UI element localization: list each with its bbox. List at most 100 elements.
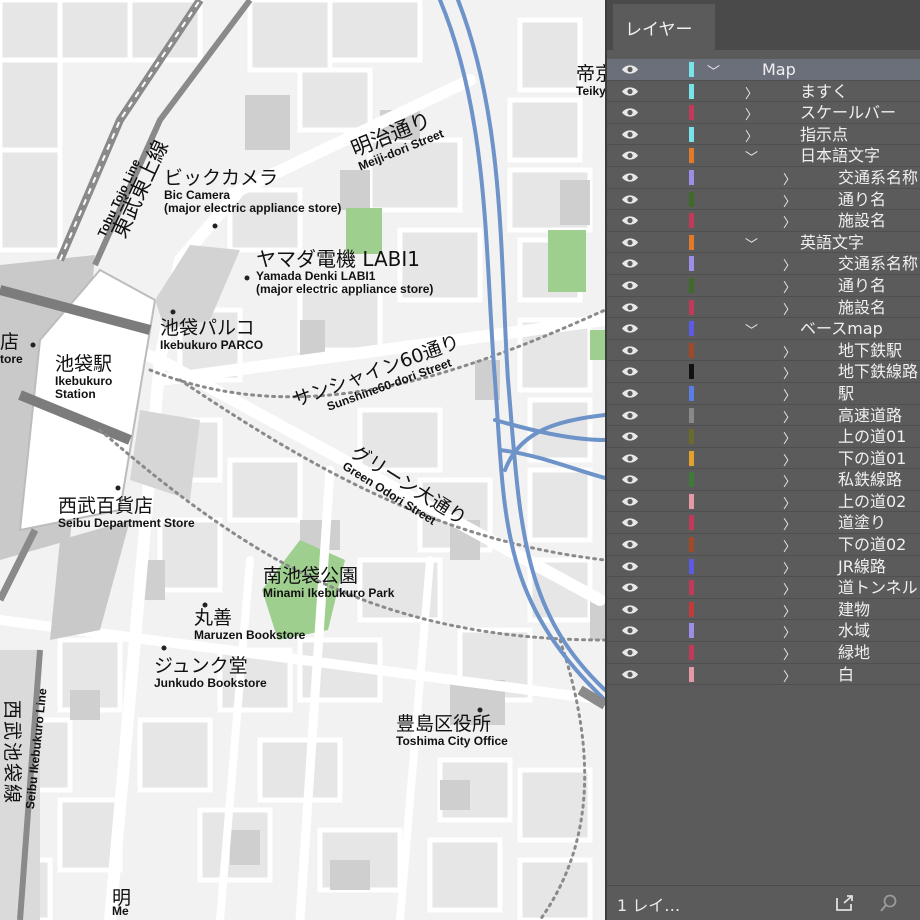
layer-row[interactable]: 〉 通り名 [607,275,920,297]
layer-row[interactable]: 〉白 [607,664,920,686]
chevron-right-icon[interactable]: 〉 [783,579,796,598]
eye-icon[interactable] [621,431,639,442]
eye-icon[interactable] [621,517,639,528]
layer-color-chip [689,126,694,142]
chevron-right-icon[interactable]: 〉 [783,277,796,296]
layer-row[interactable]: 〉 指示点 [607,124,920,146]
chevron-right-icon[interactable]: 〉 [783,255,796,274]
chevron-right-icon[interactable]: 〉 [745,126,758,145]
eye-icon[interactable] [621,150,639,161]
eye-icon[interactable] [621,582,639,593]
label-en: Teiky [576,83,605,98]
eye-icon[interactable] [621,129,639,140]
layer-row[interactable]: 〉 施設名 [607,210,920,232]
eye-icon[interactable] [621,474,639,485]
eye-icon[interactable] [621,496,639,507]
chevron-right-icon[interactable]: 〉 [783,493,796,512]
chevron-right-icon[interactable]: 〉 [783,622,796,641]
layer-row[interactable]: 〉 建物 [607,599,920,621]
layer-row[interactable]: 〉 スケールバー [607,102,920,124]
chevron-right-icon[interactable]: 〉 [783,536,796,555]
eye-icon[interactable] [621,107,639,118]
chevron-right-icon[interactable]: 〉 [783,212,796,231]
eye-icon[interactable] [621,366,639,377]
layer-row[interactable]: 〉 通り名 [607,189,920,211]
eye-icon[interactable] [621,172,639,183]
eye-icon[interactable] [621,280,639,291]
layer-row[interactable]: ﹀ ベースmap [607,318,920,340]
label-jp: 池袋駅 [55,353,113,375]
chevron-right-icon[interactable]: 〉 [783,342,796,361]
eye-icon[interactable] [621,539,639,550]
layer-row[interactable]: 〉 緑地 [607,642,920,664]
eye-icon[interactable] [621,669,639,680]
layer-row[interactable]: 〉 地下鉄駅 [607,340,920,362]
tab-layers[interactable]: レイヤー [613,4,715,50]
chevron-right-icon[interactable]: 〉 [783,601,796,620]
layer-row[interactable]: 〉 下の道01 [607,448,920,470]
layer-row[interactable]: 〉 水域 [607,620,920,643]
layer-row[interactable]: ﹀ Map [607,59,920,81]
chevron-right-icon[interactable]: 〉 [783,385,796,404]
chevron-right-icon[interactable]: 〉 [783,558,796,577]
eye-icon[interactable] [621,258,639,269]
layer-row[interactable]: 〉駅 [607,383,920,405]
eye-icon[interactable] [621,410,639,421]
chevron-right-icon[interactable]: 〉 [783,450,796,469]
chevron-right-icon[interactable]: 〉 [745,83,758,102]
chevron-right-icon[interactable]: 〉 [783,299,796,318]
layer-row[interactable]: 〉 私鉄線路 [607,469,920,491]
layer-row[interactable]: 〉 地下鉄線路 [607,361,920,383]
layer-row[interactable]: ﹀ 日本語文字 [607,145,920,167]
layer-row[interactable]: ﹀ 英語文字 [607,232,920,254]
eye-icon[interactable] [621,647,639,658]
export-icon[interactable] [835,894,855,912]
layer-row[interactable]: 〉 JR線路 [607,556,920,578]
eye-icon[interactable] [621,604,639,615]
layer-row[interactable]: 〉 交通系名称 [607,167,920,189]
eye-icon[interactable] [621,86,639,97]
chevron-right-icon[interactable]: 〉 [745,104,758,123]
layer-color-chip [689,299,694,315]
search-icon[interactable] [879,894,899,912]
eye-icon[interactable] [621,237,639,248]
layer-row[interactable]: 〉 交通系名称 [607,253,920,275]
eye-icon[interactable] [621,625,639,636]
eye-icon[interactable] [621,302,639,313]
layer-row[interactable]: 〉 施設名 [607,297,920,319]
label-meiji-fragment: 明 Me [112,888,131,918]
chevron-down-icon[interactable]: ﹀ [745,234,758,253]
chevron-right-icon[interactable]: 〉 [783,407,796,426]
chevron-down-icon[interactable]: ﹀ [707,61,720,80]
layer-color-chip [689,105,694,121]
layer-row[interactable]: 〉 ますく [607,81,920,103]
layer-row[interactable]: 〉 高速道路 [607,405,920,427]
map-canvas[interactable]: 東武東上線 Tobu Tojo Line ビックカメラ Bic Camera (… [0,0,605,920]
eye-icon[interactable] [621,388,639,399]
eye-icon[interactable] [621,64,639,75]
chevron-right-icon[interactable]: 〉 [783,644,796,663]
eye-icon[interactable] [621,323,639,334]
chevron-right-icon[interactable]: 〉 [783,363,796,382]
chevron-down-icon[interactable]: ﹀ [745,320,758,339]
chevron-right-icon[interactable]: 〉 [783,514,796,533]
label-seibu-department-store: 西武百貨店 Seibu Department Store [58,496,195,530]
chevron-right-icon[interactable]: 〉 [783,191,796,210]
chevron-right-icon[interactable]: 〉 [783,428,796,447]
layer-color-chip [689,342,694,358]
chevron-right-icon[interactable]: 〉 [783,169,796,188]
eye-icon[interactable] [621,215,639,226]
chevron-right-icon[interactable]: 〉 [783,471,796,490]
layer-row[interactable]: 〉 道トンネル [607,577,920,599]
eye-icon[interactable] [621,345,639,356]
eye-icon[interactable] [621,194,639,205]
chevron-right-icon[interactable]: 〉 [783,666,796,685]
layer-row[interactable]: 〉 上の道01 [607,426,920,448]
eye-icon[interactable] [621,561,639,572]
layer-name: 建物 [838,599,871,619]
layer-row[interactable]: 〉 道塗り [607,512,920,535]
layer-row[interactable]: 〉 上の道02 [607,491,920,513]
layer-row[interactable]: 〉 下の道02 [607,534,920,556]
eye-icon[interactable] [621,453,639,464]
chevron-down-icon[interactable]: ﹀ [745,147,758,166]
